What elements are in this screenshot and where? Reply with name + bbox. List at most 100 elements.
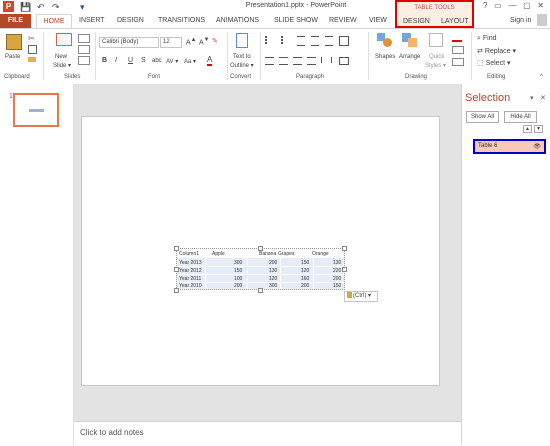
decrease-indent-icon[interactable] — [297, 36, 305, 46]
section-icon[interactable] — [78, 56, 90, 65]
text-shadow-button[interactable]: abc — [152, 58, 162, 64]
tab-table-design[interactable]: DESIGN — [403, 18, 430, 25]
bullets-icon[interactable] — [265, 36, 277, 44]
table-header-cell[interactable]: Apple — [212, 251, 225, 257]
table-cell[interactable]: 300 — [234, 260, 242, 266]
underline-button[interactable]: U — [128, 57, 133, 64]
sign-in-link[interactable]: Sign in — [510, 17, 531, 24]
tab-transitions[interactable]: TRANSITIONS — [158, 17, 205, 24]
shrink-font-icon[interactable]: A▼ — [199, 37, 209, 46]
smartart-dropdown[interactable]: Outline ▾ — [230, 62, 254, 69]
arrange-icon[interactable] — [402, 33, 418, 47]
minimize-icon[interactable]: — — [508, 1, 516, 10]
visibility-eye-icon[interactable]: 👁 — [533, 143, 541, 150]
copy-icon[interactable] — [28, 45, 37, 54]
table-cell[interactable]: Year 2011 — [179, 276, 201, 282]
text-to-smartart-icon[interactable] — [236, 33, 248, 48]
send-backward-icon[interactable]: ▼ — [534, 125, 543, 133]
table-cell[interactable]: 130 — [269, 268, 277, 274]
table-cell[interactable]: 200 — [333, 276, 341, 282]
table-cell[interactable]: Year 2010 — [179, 283, 202, 289]
table-header-cell[interactable]: Grapes — [278, 251, 294, 257]
bring-forward-icon[interactable]: ▲ — [523, 125, 532, 133]
table-cell[interactable]: 150 — [333, 283, 341, 289]
font-name-select[interactable]: Calibri (Body) — [99, 37, 159, 48]
text-to-button[interactable]: Text to — [233, 54, 251, 60]
new-slide-dropdown[interactable]: Slide ▾ — [53, 62, 71, 69]
customize-toolbar-icon[interactable]: ▾ — [80, 2, 85, 13]
layout-icon[interactable] — [78, 34, 90, 43]
resize-handle[interactable] — [174, 267, 179, 272]
paste-options-button[interactable]: (Ctrl) ▾ — [344, 291, 378, 302]
align-text-icon[interactable] — [339, 57, 349, 65]
strikethrough-button[interactable]: S — [141, 57, 146, 64]
collapse-ribbon-icon[interactable]: ^ — [540, 74, 543, 80]
align-center-icon[interactable] — [279, 57, 288, 65]
slide-thumbnail[interactable] — [13, 93, 59, 127]
redo-icon[interactable]: ↷ — [52, 2, 60, 13]
tab-view[interactable]: VIEW — [369, 17, 387, 24]
tab-insert[interactable]: INSERT — [79, 17, 105, 24]
quick-styles-dropdown[interactable]: Styles ▾ — [425, 62, 446, 69]
text-direction-icon[interactable] — [339, 36, 349, 46]
table-cell[interactable]: 160 — [301, 276, 309, 282]
bold-button[interactable]: B — [102, 57, 107, 64]
table-cell[interactable]: 220 — [333, 268, 341, 274]
notes-placeholder[interactable]: Click to add notes — [80, 428, 144, 437]
shapes-button[interactable]: Shapes — [375, 54, 395, 60]
font-size-select[interactable]: 12 — [160, 37, 182, 48]
table-cell[interactable]: Year 2013 — [179, 260, 202, 266]
tab-home[interactable]: HOME — [36, 14, 72, 29]
table-cell[interactable]: 200 — [234, 283, 242, 289]
italic-button[interactable]: I — [115, 57, 117, 64]
numbering-icon[interactable] — [281, 36, 293, 44]
resize-handle[interactable] — [258, 288, 263, 293]
table-cell[interactable]: 100 — [234, 276, 242, 282]
tab-review[interactable]: REVIEW — [329, 17, 357, 24]
new-slide-icon[interactable] — [56, 33, 72, 46]
undo-icon[interactable]: ↶ — [37, 2, 45, 13]
table-header-cell[interactable]: Column1 — [179, 251, 199, 257]
align-right-icon[interactable] — [293, 57, 302, 65]
shapes-icon[interactable] — [377, 33, 393, 47]
save-icon[interactable]: 💾 — [20, 2, 31, 13]
help-icon[interactable]: ? — [483, 1, 487, 10]
format-painter-icon[interactable] — [28, 57, 36, 62]
show-all-button[interactable]: Show All — [466, 111, 499, 123]
table-header-cell[interactable]: Banana — [259, 251, 276, 257]
avatar[interactable] — [537, 14, 547, 26]
align-left-icon[interactable] — [265, 57, 274, 65]
table-cell[interactable]: 200 — [301, 283, 309, 289]
find-button[interactable]: ⌕ Find — [477, 35, 497, 43]
tab-table-layout[interactable]: LAYOUT — [441, 18, 469, 25]
table-cell[interactable]: 300 — [269, 283, 277, 289]
change-case-button[interactable]: Aa ▾ — [184, 58, 196, 65]
reset-icon[interactable] — [78, 45, 90, 54]
hide-all-button[interactable]: Hide All — [504, 111, 537, 123]
selection-item-table-6[interactable]: Table 6 👁 — [473, 139, 546, 154]
character-spacing-button[interactable]: AV ▾ — [166, 58, 178, 65]
tab-animations[interactable]: ANIMATIONS — [216, 17, 259, 24]
columns-icon[interactable] — [321, 57, 332, 63]
shape-outline-icon[interactable] — [452, 46, 464, 54]
resize-handle[interactable] — [174, 246, 179, 251]
grow-font-icon[interactable]: A▲ — [186, 37, 196, 46]
justify-icon[interactable] — [307, 57, 316, 65]
arrange-button[interactable]: Arrange — [399, 54, 420, 60]
table-cell[interactable]: 150 — [301, 260, 309, 266]
replace-button[interactable]: ⇄ Replace ▾ — [477, 47, 516, 55]
font-color-button[interactable]: A — [207, 56, 213, 66]
notes-pane[interactable]: Click to add notes — [74, 421, 461, 446]
clear-formatting-icon[interactable]: ✎ — [212, 37, 218, 45]
new-slide-button[interactable]: New — [55, 54, 67, 60]
tab-slide-show[interactable]: SLIDE SHOW — [274, 17, 318, 24]
close-pane-icon[interactable]: ✕ — [540, 94, 546, 102]
resize-handle[interactable] — [174, 288, 179, 293]
paste-button[interactable]: Paste — [5, 54, 20, 60]
window-controls[interactable]: ? ▭ — ▢ ✕ — [483, 1, 544, 10]
close-icon[interactable]: ✕ — [537, 1, 544, 10]
shape-effects-icon[interactable] — [452, 58, 464, 66]
quick-styles-button[interactable]: Quick — [429, 54, 444, 60]
table-cell[interactable]: Year 2012 — [179, 268, 202, 274]
cut-icon[interactable]: ✂ — [28, 34, 35, 43]
